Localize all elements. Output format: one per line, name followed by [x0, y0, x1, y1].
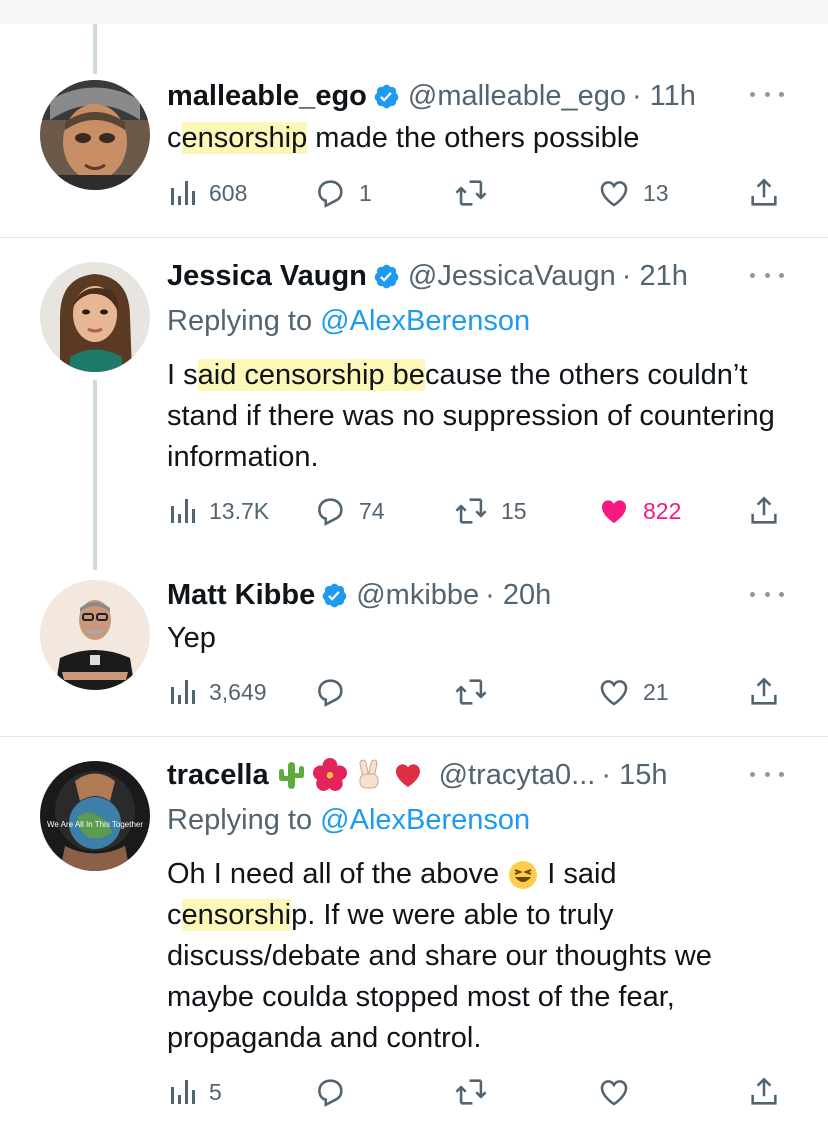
- verified-badge-icon: [322, 583, 347, 607]
- retweet-button[interactable]: [453, 672, 501, 712]
- timestamp[interactable]: · 21h: [622, 260, 688, 293]
- avatar[interactable]: [40, 262, 150, 372]
- replying-to: Replying to @AlexBerenson: [167, 305, 531, 337]
- views-icon: [171, 680, 195, 704]
- timestamp[interactable]: · 20h: [485, 579, 551, 612]
- tweet-divider: [0, 736, 828, 737]
- views-button[interactable]: 3,649: [167, 672, 267, 712]
- avatar[interactable]: [40, 580, 150, 690]
- tweet-header: Jessica Vaugn @JessicaVaugn · 21h: [167, 256, 688, 296]
- avatar[interactable]: We Are All In This Together: [40, 761, 150, 871]
- retweet-button[interactable]: 15: [453, 491, 527, 531]
- avatar[interactable]: [40, 80, 150, 190]
- thread-connector: [93, 380, 97, 570]
- verified-badge-icon: [374, 264, 399, 288]
- retweet-icon: [455, 180, 487, 206]
- display-name[interactable]: Matt Kibbe: [167, 579, 315, 612]
- display-name[interactable]: tracella: [167, 759, 269, 792]
- like-button[interactable]: 13: [597, 173, 669, 213]
- reply-button[interactable]: 1: [313, 173, 372, 213]
- handle[interactable]: @tracyta0...: [439, 759, 596, 792]
- tweet-header: Matt Kibbe @mkibbe · 20h: [167, 575, 551, 615]
- retweet-icon: [455, 1079, 487, 1105]
- handle[interactable]: @mkibbe: [356, 579, 479, 612]
- share-icon: [751, 496, 777, 524]
- share-icon: [751, 677, 777, 705]
- red-heart-icon: [395, 764, 420, 787]
- views-icon: [171, 181, 195, 205]
- views-button[interactable]: 608: [167, 173, 247, 213]
- timestamp[interactable]: · 15h: [601, 759, 667, 792]
- retweet-icon: [455, 498, 487, 524]
- reply-button[interactable]: [313, 672, 359, 712]
- tweet-text: Oh I need all of the above I said censors…: [167, 858, 712, 1054]
- like-button[interactable]: 21: [597, 672, 669, 712]
- name-emojis: [275, 758, 425, 792]
- more-icon[interactable]: [750, 584, 784, 604]
- tweet-text: I said censorship because the others cou…: [167, 359, 775, 473]
- retweet-button[interactable]: [453, 173, 501, 213]
- reply-icon: [318, 1079, 343, 1107]
- cactus-icon: [278, 762, 304, 789]
- tweet-divider: [0, 237, 828, 238]
- mention-link[interactable]: @AlexBerenson: [320, 804, 530, 836]
- retweet-icon: [455, 679, 487, 705]
- laughing-face-icon: [509, 861, 538, 890]
- share-button[interactable]: [747, 672, 781, 712]
- action-bar: 13.7K 74 15 822: [167, 491, 787, 531]
- reply-button[interactable]: [313, 1072, 347, 1112]
- like-icon: [600, 181, 628, 207]
- like-icon: [600, 1080, 628, 1106]
- like-button[interactable]: [597, 1072, 631, 1112]
- reply-icon: [318, 679, 343, 707]
- display-name[interactable]: Jessica Vaugn: [167, 260, 367, 293]
- tweet-header: malleable_ego @malleable_ego · 11h: [167, 76, 696, 116]
- share-button[interactable]: [747, 173, 781, 213]
- thread-connector: [93, 24, 97, 74]
- action-bar: 5: [167, 1072, 787, 1112]
- reply-button[interactable]: 74: [313, 491, 385, 531]
- views-icon: [171, 499, 195, 523]
- like-button[interactable]: 822: [597, 491, 681, 531]
- handle[interactable]: @malleable_ego: [408, 80, 626, 113]
- share-icon: [751, 178, 777, 206]
- replying-to: Replying to @AlexBerenson: [167, 804, 531, 836]
- action-bar: 608 1 13: [167, 173, 787, 213]
- handle[interactable]: @JessicaVaugn: [408, 260, 616, 293]
- retweet-button[interactable]: [453, 1072, 489, 1112]
- timestamp[interactable]: · 11h: [632, 80, 696, 113]
- reply-icon: [318, 180, 343, 208]
- views-button[interactable]: 13.7K: [167, 491, 269, 531]
- share-button[interactable]: [747, 1072, 781, 1112]
- previous-tweet-edge: [0, 0, 828, 24]
- reply-icon: [318, 498, 343, 526]
- like-icon: [600, 680, 628, 706]
- action-bar: 3,649 21: [167, 672, 787, 712]
- verified-badge-icon: [374, 84, 399, 108]
- tweet-text: censorship made the others possible: [167, 122, 640, 154]
- mention-link[interactable]: @AlexBerenson: [320, 305, 530, 337]
- victory-hand-icon: [359, 759, 379, 789]
- share-icon: [751, 1077, 777, 1105]
- share-button[interactable]: [747, 491, 781, 531]
- views-icon: [171, 1080, 195, 1104]
- tweet-header: tracella @tracyta0... · 15h: [167, 755, 667, 795]
- views-button[interactable]: 5: [167, 1072, 222, 1112]
- more-icon[interactable]: [750, 84, 784, 104]
- like-icon: [601, 500, 627, 524]
- more-icon[interactable]: [750, 265, 784, 285]
- display-name[interactable]: malleable_ego: [167, 80, 367, 113]
- avatar-caption: We Are All In This Together: [47, 820, 143, 829]
- hibiscus-icon: [312, 758, 347, 791]
- more-icon[interactable]: [750, 764, 784, 784]
- tweet-text: Yep: [167, 622, 216, 654]
